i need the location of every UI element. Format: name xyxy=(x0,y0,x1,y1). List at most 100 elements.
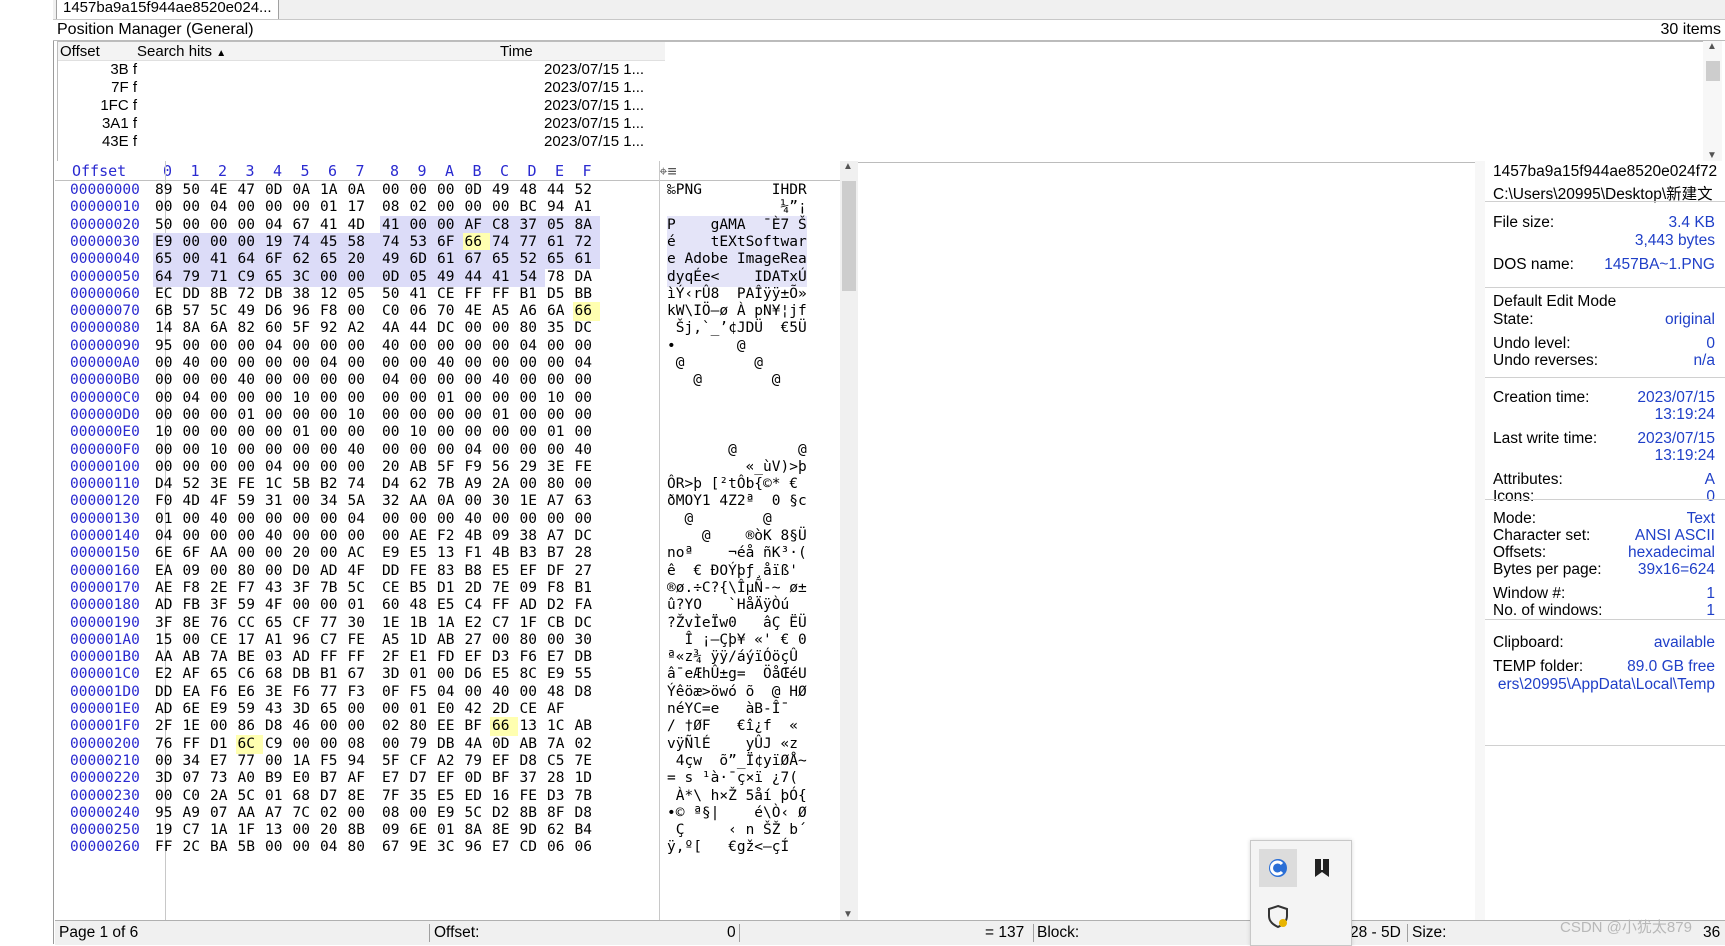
tray-security-button[interactable] xyxy=(1259,897,1297,935)
hex-byte[interactable]: A5 xyxy=(380,631,408,650)
hex-byte[interactable]: BC xyxy=(518,198,546,217)
hex-byte[interactable]: FD xyxy=(435,648,463,667)
hex-byte[interactable]: 00 xyxy=(318,458,346,477)
hex-byte[interactable]: AA xyxy=(153,648,181,667)
hex-byte[interactable]: 59 xyxy=(236,596,264,615)
hex-byte[interactable]: EA xyxy=(181,683,209,702)
hex-byte[interactable]: 35 xyxy=(545,319,573,338)
hex-byte[interactable]: 7F xyxy=(380,787,408,806)
hex-byte[interactable]: 00 xyxy=(345,267,380,287)
list-item[interactable]: 7F f 2023/07/15 1... xyxy=(58,79,665,99)
hex-byte[interactable]: 4F xyxy=(208,492,236,511)
hex-byte[interactable]: 5F xyxy=(291,319,319,338)
hex-byte[interactable]: 00 xyxy=(263,406,291,425)
hex-byte[interactable]: 04 xyxy=(318,838,346,857)
hex-byte[interactable]: 96 xyxy=(291,631,319,650)
hex-byte[interactable]: 76 xyxy=(208,614,236,633)
hex-byte[interactable]: 00 xyxy=(263,423,291,442)
hex-byte[interactable]: 6A xyxy=(208,319,236,338)
hex-byte[interactable]: AB xyxy=(181,648,209,667)
hex-byte[interactable]: D5 xyxy=(545,285,573,304)
hex-byte[interactable]: D1 xyxy=(208,735,236,754)
hex-byte[interactable]: EF xyxy=(435,769,463,788)
hex-byte[interactable]: FE xyxy=(346,631,381,650)
hex-byte[interactable]: A9 xyxy=(463,475,491,494)
hex-byte[interactable]: 44 xyxy=(408,319,436,338)
hex-byte[interactable]: E7 xyxy=(545,648,573,667)
hex-byte[interactable]: B4 xyxy=(573,821,601,840)
hex-byte[interactable]: 00 xyxy=(208,458,236,477)
hex-byte[interactable]: 8E xyxy=(490,821,518,840)
hex-byte[interactable]: 3F xyxy=(208,596,236,615)
scroll-down-icon[interactable]: ▼ xyxy=(1707,150,1717,161)
hex-byte[interactable]: 70 xyxy=(435,302,463,321)
hex-byte[interactable]: 30 xyxy=(346,614,381,633)
hex-byte[interactable]: 01 xyxy=(435,389,463,408)
hex-byte[interactable]: 00 xyxy=(490,423,518,442)
hex-byte[interactable]: 34 xyxy=(318,492,346,511)
hex-row-ascii[interactable]: Ýêöæ>öwó õ @ HØ xyxy=(667,683,807,702)
hex-byte[interactable]: 00 xyxy=(153,441,181,460)
hex-byte[interactable]: D7 xyxy=(408,769,436,788)
hex-byte[interactable]: 00 xyxy=(573,406,601,425)
hex-byte[interactable]: 1C xyxy=(545,717,573,736)
hex-byte[interactable]: 6E xyxy=(181,700,209,719)
hex-byte[interactable]: 8A xyxy=(181,319,209,338)
hex-byte[interactable]: 00 xyxy=(236,216,264,235)
hex-byte[interactable]: 00 xyxy=(153,354,181,373)
hex-byte[interactable]: 00 xyxy=(318,544,346,563)
hex-byte[interactable]: 00 xyxy=(435,510,463,529)
hex-byte[interactable]: 04 xyxy=(153,527,181,546)
hex-byte[interactable]: 1F xyxy=(518,614,546,633)
hex-byte[interactable]: 04 xyxy=(181,389,209,408)
hex-byte[interactable]: 00 xyxy=(153,198,181,217)
hex-byte[interactable]: CB xyxy=(545,614,573,633)
hex-row[interactable]: 00000050 64 79 71 C9 65 3C 00 00 0D 05 49 44 41 54 78 DA… xyxy=(55,267,840,287)
hex-byte[interactable]: 01 xyxy=(435,821,463,840)
hex-byte[interactable]: DB xyxy=(435,735,463,754)
hex-byte[interactable]: 00 xyxy=(263,354,291,373)
hex-byte[interactable]: 80 xyxy=(236,562,264,581)
hex-byte[interactable]: 67 xyxy=(380,838,408,857)
hex-byte[interactable]: 07 xyxy=(208,804,236,823)
hex-byte[interactable]: F2 xyxy=(435,527,463,546)
hex-byte[interactable]: 00 xyxy=(490,389,518,408)
hex-byte[interactable]: 6E xyxy=(408,821,436,840)
hex-byte[interactable]: EC xyxy=(153,285,181,304)
hex-byte[interactable]: E2 xyxy=(153,665,181,684)
hex-byte[interactable]: 7E xyxy=(490,579,518,598)
hex-byte[interactable]: 00 xyxy=(208,371,236,390)
list-item[interactable]: 1FC f 2023/07/15 1... xyxy=(58,97,665,117)
hex-byte[interactable]: FB xyxy=(181,596,209,615)
hex-byte[interactable]: 95 xyxy=(153,804,181,823)
hex-byte[interactable]: 1C xyxy=(263,475,291,494)
hex-row-ascii[interactable]: P gAMA ¯È7 Š xyxy=(667,215,807,235)
hex-byte[interactable]: 00 xyxy=(181,423,209,442)
hex-byte[interactable]: 1D xyxy=(573,769,601,788)
hex-byte[interactable]: 2D xyxy=(463,579,491,598)
hex-byte[interactable]: 00 xyxy=(545,441,573,460)
hex-byte[interactable]: 00 xyxy=(518,371,546,390)
hex-byte[interactable]: 0D xyxy=(490,735,518,754)
list-item[interactable]: 43E f 2023/07/15 1... xyxy=(58,133,665,153)
hex-byte[interactable]: 68 xyxy=(291,787,319,806)
hex-byte[interactable]: D1 xyxy=(435,579,463,598)
hex-byte[interactable]: E9 xyxy=(435,804,463,823)
hex-scrollbar[interactable]: ▲ ▼ xyxy=(840,161,858,920)
hex-byte[interactable]: 00 xyxy=(545,371,573,390)
hex-byte[interactable]: 00 xyxy=(463,389,491,408)
hex-row[interactable]: 00000240 95 A9 07 AA A7 7C 02 00 08 00 E9 5C D2 8B 8F D8… xyxy=(55,804,840,823)
hex-byte[interactable]: DF xyxy=(545,562,573,581)
hex-byte[interactable]: 43 xyxy=(263,579,291,598)
hex-byte[interactable]: 04 xyxy=(346,510,381,529)
hex-byte[interactable]: 00 xyxy=(463,423,491,442)
hex-byte[interactable]: F8 xyxy=(318,302,346,321)
hex-byte[interactable]: 4F xyxy=(346,562,381,581)
hex-byte[interactable]: 1E xyxy=(518,492,546,511)
hex-byte[interactable]: DD xyxy=(181,285,209,304)
hex-byte[interactable]: 49 xyxy=(380,250,408,270)
hex-byte[interactable]: 00 xyxy=(490,510,518,529)
hex-byte[interactable]: 00 xyxy=(208,389,236,408)
hex-byte[interactable]: 02 xyxy=(318,804,346,823)
hex-byte[interactable]: D3 xyxy=(545,787,573,806)
